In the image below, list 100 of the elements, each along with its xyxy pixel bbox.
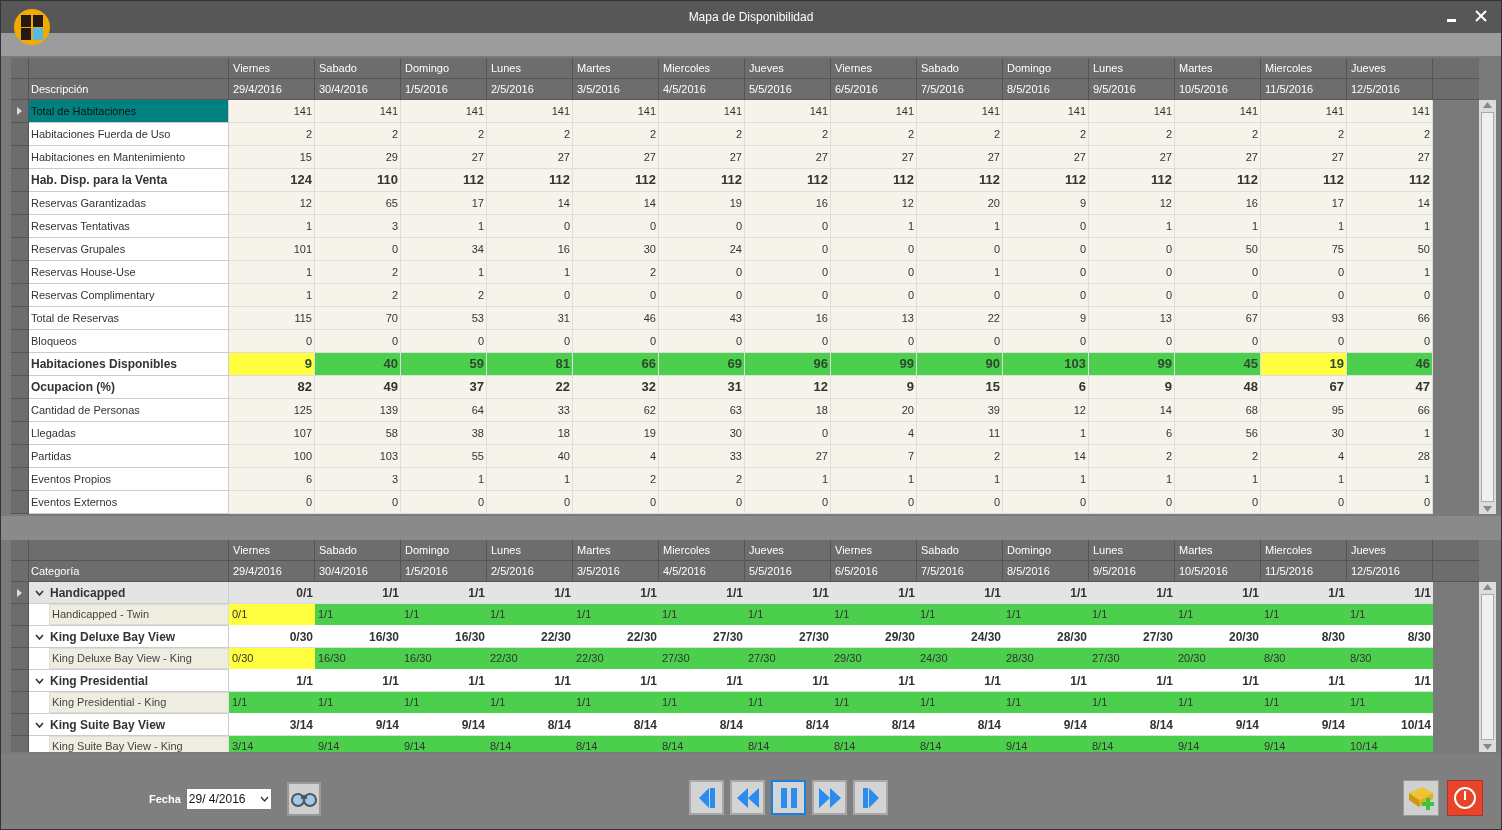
navigation-button[interactable] <box>853 780 888 815</box>
column-header[interactable]: Lunes <box>487 58 573 78</box>
column-header[interactable]: 8/5/2016 <box>1003 561 1089 581</box>
column-header[interactable]: Viernes <box>229 540 315 560</box>
column-header[interactable]: 4/5/2016 <box>659 79 745 99</box>
dropdown-caret-icon[interactable] <box>259 796 269 802</box>
scroll-down-icon[interactable] <box>1483 506 1492 512</box>
column-header[interactable]: Lunes <box>1089 58 1175 78</box>
column-header[interactable]: Domingo <box>401 58 487 78</box>
column-header[interactable]: 10/5/2016 <box>1175 79 1261 99</box>
column-header[interactable]: Jueves <box>745 540 831 560</box>
table-cell: 0 <box>573 491 659 514</box>
column-header[interactable]: 5/5/2016 <box>745 79 831 99</box>
column-header[interactable]: Lunes <box>1089 540 1175 560</box>
column-header[interactable]: Miercoles <box>659 58 745 78</box>
chevron-icon[interactable] <box>35 721 44 728</box>
column-header[interactable]: Categoría <box>29 561 229 581</box>
power-button[interactable] <box>1447 780 1483 816</box>
table-cell: 0 <box>659 261 745 284</box>
chevron-icon[interactable] <box>35 589 44 596</box>
group-row-label[interactable]: King Deluxe Bay View <box>29 626 229 648</box>
column-header[interactable]: 3/5/2016 <box>573 79 659 99</box>
table-cell: 2 <box>659 468 745 491</box>
column-header[interactable]: Domingo <box>401 540 487 560</box>
scroll-down-icon[interactable] <box>1483 744 1492 750</box>
column-header[interactable]: 29/4/2016 <box>229 79 315 99</box>
column-header[interactable]: Martes <box>1175 58 1261 78</box>
column-header[interactable]: 5/5/2016 <box>745 561 831 581</box>
column-header[interactable]: 1/5/2016 <box>401 561 487 581</box>
column-header[interactable]: 30/4/2016 <box>315 79 401 99</box>
column-header[interactable]: Sabado <box>315 58 401 78</box>
column-header[interactable]: Jueves <box>1347 58 1433 78</box>
chevron-icon[interactable] <box>35 677 44 684</box>
column-header[interactable]: Martes <box>1175 540 1261 560</box>
table-cell: 1 <box>917 261 1003 284</box>
close-icon[interactable] <box>1475 9 1487 23</box>
column-header[interactable]: Lunes <box>487 540 573 560</box>
table-cell: 8/14 <box>831 714 917 736</box>
table-cell: 0 <box>831 284 917 307</box>
row-header[interactable] <box>11 100 29 123</box>
column-header[interactable]: 7/5/2016 <box>917 561 1003 581</box>
column-header[interactable]: Sabado <box>917 540 1003 560</box>
column-header[interactable]: 2/5/2016 <box>487 561 573 581</box>
search-button[interactable] <box>286 782 321 816</box>
table-cell: 112 <box>401 169 487 192</box>
scrollbar-thumb[interactable] <box>1481 112 1494 502</box>
column-header[interactable]: 12/5/2016 <box>1347 561 1433 581</box>
table-cell: 0 <box>831 261 917 284</box>
column-header[interactable]: Viernes <box>831 540 917 560</box>
column-header[interactable]: 11/5/2016 <box>1261 561 1347 581</box>
column-header[interactable]: Miercoles <box>1261 540 1347 560</box>
column-header[interactable]: 2/5/2016 <box>487 79 573 99</box>
column-header[interactable]: 11/5/2016 <box>1261 79 1347 99</box>
column-header[interactable]: Sabado <box>315 540 401 560</box>
column-header[interactable]: Domingo <box>1003 540 1089 560</box>
column-header[interactable]: 6/5/2016 <box>831 79 917 99</box>
table-cell: 4 <box>1261 445 1347 468</box>
table-cell: 49 <box>315 376 401 399</box>
navigation-button[interactable] <box>812 780 847 815</box>
column-header[interactable]: 9/5/2016 <box>1089 561 1175 581</box>
column-header[interactable]: Sabado <box>917 58 1003 78</box>
group-row-label[interactable]: Handicapped <box>29 582 229 604</box>
scroll-up-icon[interactable] <box>1483 584 1492 590</box>
column-header[interactable]: 12/5/2016 <box>1347 79 1433 99</box>
date-field[interactable]: 29/ 4/2016 <box>186 789 271 809</box>
column-header[interactable]: Viernes <box>229 58 315 78</box>
column-header[interactable]: Jueves <box>1347 540 1433 560</box>
column-header[interactable]: 10/5/2016 <box>1175 561 1261 581</box>
navigation-button[interactable] <box>689 780 724 815</box>
column-header[interactable]: Martes <box>573 58 659 78</box>
group-row-label[interactable]: King Suite Bay View <box>29 714 229 736</box>
table-cell: 0 <box>1175 261 1261 284</box>
column-header[interactable]: Miercoles <box>1261 58 1347 78</box>
row-header[interactable] <box>11 582 29 604</box>
navigation-button[interactable] <box>771 780 806 815</box>
column-header[interactable]: 4/5/2016 <box>659 561 745 581</box>
scrollbar[interactable] <box>1479 100 1496 514</box>
column-header[interactable]: Miercoles <box>659 540 745 560</box>
column-header[interactable]: 29/4/2016 <box>229 561 315 581</box>
column-header[interactable]: Martes <box>573 540 659 560</box>
column-header[interactable]: 7/5/2016 <box>917 79 1003 99</box>
group-row-label[interactable]: King Presidential <box>29 670 229 692</box>
column-header[interactable]: 3/5/2016 <box>573 561 659 581</box>
column-header[interactable]: 30/4/2016 <box>315 561 401 581</box>
column-header[interactable]: 9/5/2016 <box>1089 79 1175 99</box>
column-header[interactable]: 8/5/2016 <box>1003 79 1089 99</box>
chevron-icon[interactable] <box>35 633 44 640</box>
scrollbar-thumb[interactable] <box>1481 594 1494 740</box>
navigation-button[interactable] <box>730 780 765 815</box>
column-header[interactable]: 1/5/2016 <box>401 79 487 99</box>
table-cell: 2 <box>487 123 573 146</box>
column-header[interactable]: Domingo <box>1003 58 1089 78</box>
table-cell: 1/1 <box>1261 670 1347 692</box>
scrollbar[interactable] <box>1479 582 1496 752</box>
scroll-up-icon[interactable] <box>1483 102 1492 108</box>
column-header[interactable]: Descripción <box>29 79 229 99</box>
column-header[interactable]: Jueves <box>745 58 831 78</box>
add-button[interactable] <box>1403 780 1439 816</box>
column-header[interactable]: 6/5/2016 <box>831 561 917 581</box>
column-header[interactable]: Viernes <box>831 58 917 78</box>
